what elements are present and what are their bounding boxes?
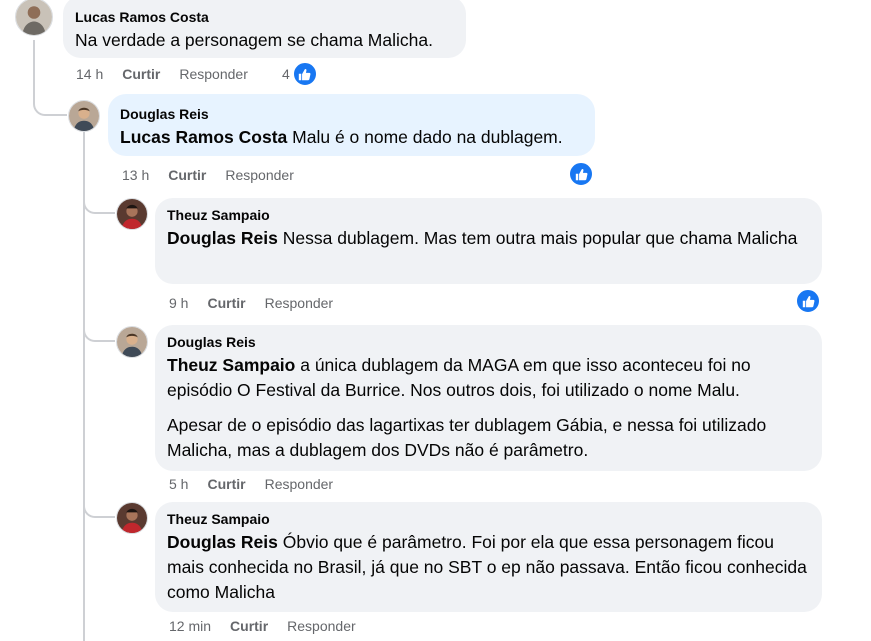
mention-link[interactable]: Theuz Sampaio <box>167 355 295 375</box>
reply-button[interactable]: Responder <box>287 617 356 635</box>
comment-timestamp[interactable]: 12 min <box>169 617 211 635</box>
comment-author[interactable]: Lucas Ramos Costa <box>75 8 454 26</box>
avatar-image <box>69 101 99 131</box>
comment-bubble: Theuz Sampaio Douglas Reis Óbvio que é p… <box>155 502 822 612</box>
comment-timestamp[interactable]: 13 h <box>122 166 149 184</box>
avatar[interactable] <box>68 100 100 132</box>
comment-body: Malu é o nome dado na dublagem. <box>292 127 563 147</box>
avatar-image <box>16 0 52 35</box>
thread-line <box>33 40 35 100</box>
avatar-image <box>117 503 147 533</box>
mention-link[interactable]: Douglas Reis <box>167 532 278 552</box>
comment-text: Douglas Reis Óbvio que é parâmetro. Foi … <box>167 530 810 605</box>
mention-link[interactable]: Lucas Ramos Costa <box>120 127 287 147</box>
reply-button[interactable]: Responder <box>179 65 248 83</box>
thread-connector <box>83 322 115 342</box>
thumbs-up-icon <box>291 61 318 87</box>
comment-timestamp[interactable]: 9 h <box>169 294 188 312</box>
thumbs-up-icon <box>795 288 821 314</box>
mention-link[interactable]: Douglas Reis <box>167 228 278 248</box>
comment-actions: 5 h Curtir Responder <box>169 475 333 493</box>
comment-bubble: Douglas Reis Lucas Ramos Costa Malu é o … <box>108 94 595 156</box>
comment-timestamp[interactable]: 5 h <box>169 475 188 493</box>
comment-actions: 14 h Curtir Responder <box>76 65 248 83</box>
avatar-image <box>117 199 147 229</box>
comment-body: Na verdade a personagem se chama Malicha… <box>75 30 433 50</box>
comment-text: Douglas Reis Nessa dublagem. Mas tem out… <box>167 226 810 251</box>
reaction-summary[interactable] <box>795 288 821 314</box>
comment-text: Na verdade a personagem se chama Malicha… <box>75 28 454 53</box>
comment-author[interactable]: Douglas Reis <box>120 105 583 123</box>
like-button[interactable]: Curtir <box>168 166 206 184</box>
comment-text: Theuz Sampaio a única dublagem da MAGA e… <box>167 353 810 403</box>
like-button[interactable]: Curtir <box>207 475 245 493</box>
like-button[interactable]: Curtir <box>230 617 268 635</box>
avatar-image <box>117 327 147 357</box>
comment-text-paragraph: Apesar de o episódio das lagartixas ter … <box>167 415 767 460</box>
comment-author[interactable]: Theuz Sampaio <box>167 206 810 224</box>
comment-text: Lucas Ramos Costa Malu é o nome dado na … <box>120 125 583 150</box>
comment-bubble: Douglas Reis Theuz Sampaio a única dubla… <box>155 325 822 471</box>
reaction-summary[interactable]: 4 <box>282 61 318 87</box>
reply-button[interactable]: Responder <box>225 166 294 184</box>
thread-connector <box>83 196 115 214</box>
avatar[interactable] <box>116 326 148 358</box>
thread-connector <box>83 498 115 518</box>
comment-timestamp[interactable]: 14 h <box>76 65 103 83</box>
like-button[interactable]: Curtir <box>122 65 160 83</box>
comment-actions: 9 h Curtir Responder <box>169 294 333 312</box>
avatar[interactable] <box>116 502 148 534</box>
avatar[interactable] <box>116 198 148 230</box>
reply-button[interactable]: Responder <box>265 475 334 493</box>
reaction-summary[interactable] <box>568 161 594 187</box>
avatar[interactable] <box>15 0 53 36</box>
reply-button[interactable]: Responder <box>265 294 334 312</box>
thumbs-up-icon <box>568 161 594 187</box>
like-button[interactable]: Curtir <box>207 294 245 312</box>
reaction-count: 4 <box>282 66 290 82</box>
comment-bubble: Theuz Sampaio Douglas Reis Nessa dublage… <box>155 198 822 284</box>
thread-connector <box>33 92 67 116</box>
comment-actions: 13 h Curtir Responder <box>122 166 294 184</box>
comment-actions: 12 min Curtir Responder <box>169 617 356 635</box>
comment-author[interactable]: Theuz Sampaio <box>167 510 810 528</box>
comment-bubble: Lucas Ramos Costa Na verdade a personage… <box>63 0 466 58</box>
comment-author[interactable]: Douglas Reis <box>167 333 810 351</box>
comment-body: Nessa dublagem. Mas tem outra mais popul… <box>282 228 798 248</box>
